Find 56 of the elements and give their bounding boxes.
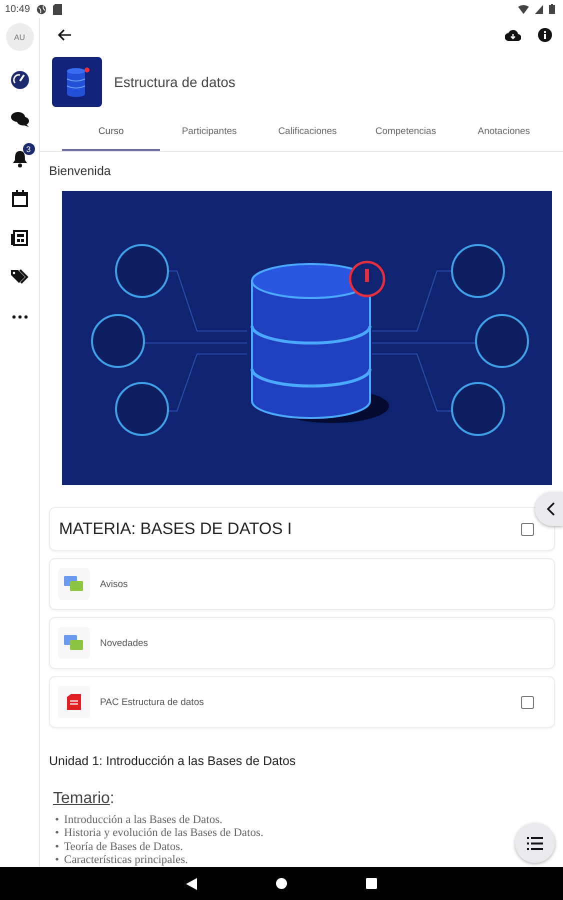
notifications-button[interactable]: 3 [2,139,36,178]
syllabus-item: Teoría de Bases de Datos. [64,840,183,854]
bullet: • [55,840,60,854]
tab[interactable]: Anotaciones [454,113,554,151]
checkbox[interactable] [521,696,534,708]
signal-icon [535,4,543,14]
section-card[interactable]: MATERIA: BASES DE DATOS I [49,507,555,551]
chevron-left-icon [547,502,555,516]
activity-title: Avisos [100,578,129,590]
tab[interactable]: Competencias [356,113,455,151]
square-icon [366,878,377,889]
syllabus-item: Introducción a las Bases de Datos. [64,812,222,827]
bullet: • [55,826,60,840]
course-title: Estructura de datos [114,74,236,90]
checkbox[interactable] [521,522,534,536]
tab[interactable]: Participantes [160,113,258,151]
forum-icon [64,576,84,592]
wifi-icon [518,4,529,14]
tags-icon [10,269,28,286]
syllabus-item: Historia y evolución de las Bases de Datos. [64,826,264,840]
unit-heading: Unidad 1: Introducción a las Bases de Datos [49,754,297,768]
syllabus-heading: Temario: [53,790,116,808]
tab[interactable]: Calificaciones [258,113,357,151]
back-arrow-icon [57,29,71,41]
bell-icon [12,150,28,168]
newspaper-icon [11,230,28,246]
pdf-file-icon [67,694,81,710]
tab[interactable]: Curso [62,113,160,151]
bullet: • [55,853,60,868]
collapse-button[interactable] [535,492,563,526]
notification-badge: 3 [22,143,34,155]
activity-card[interactable]: Novedades [49,617,555,669]
bullet: • [55,812,60,827]
calendar-icon [12,190,28,207]
section-heading: Bienvenida [49,164,112,180]
triangle-icon [186,878,197,890]
cloud-download-icon [505,29,521,41]
sim-card-icon [53,4,62,14]
syllabus-item: Características principales. [64,853,188,868]
chat-icon [10,111,28,128]
activity-title: PAC Estructura de datos [100,696,205,708]
activity-title: Novedades [100,638,150,648]
section-title: MATERIA: BASES DE DATOS I [59,520,293,538]
more-icon [12,314,28,319]
index-button[interactable] [515,823,555,863]
activity-card[interactable]: Avisos [49,558,555,610]
battery-icon [549,4,555,14]
user-avatar[interactable]: AU [6,23,34,51]
speedometer-icon [10,70,28,89]
activity-card[interactable]: PAC Estructura de datos [49,676,555,728]
list-icon [527,836,543,850]
info-icon [538,28,552,42]
forum-icon [64,635,84,651]
status-time: 10:49 [5,4,30,14]
circle-icon [276,878,287,889]
course-image-icon [52,57,102,107]
